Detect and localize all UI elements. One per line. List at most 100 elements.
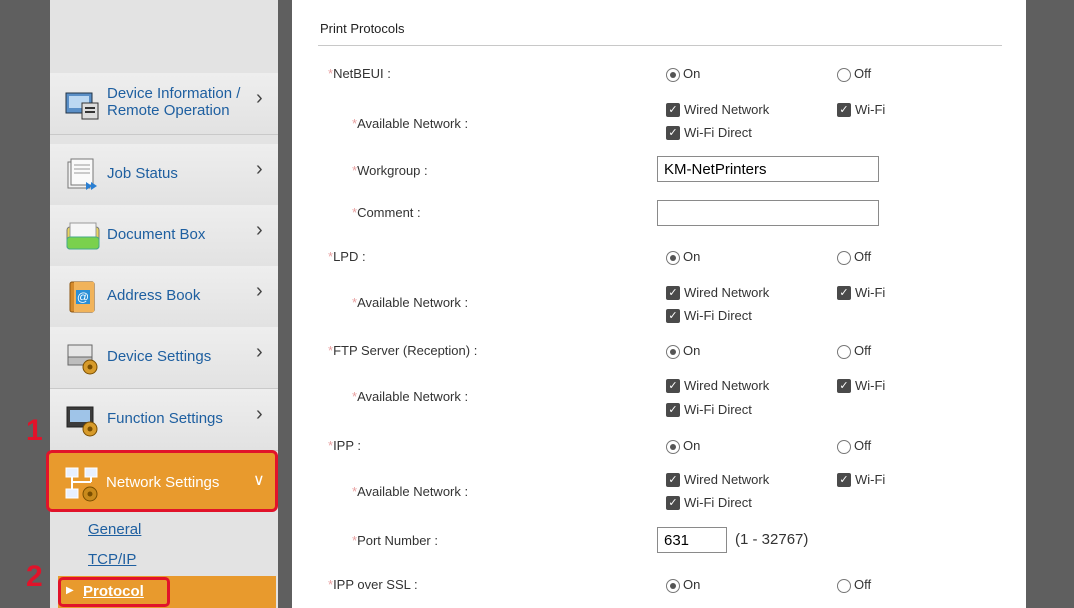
sidebar-item-network-settings[interactable]: Network Settings ∨ bbox=[46, 450, 278, 512]
ftp-on-radio[interactable] bbox=[666, 345, 680, 359]
comment-input[interactable] bbox=[657, 200, 879, 226]
sidebar-subitem-general[interactable]: General bbox=[88, 521, 141, 538]
ipp-on-radio[interactable] bbox=[666, 440, 680, 454]
sidebar-item-label: Function Settings bbox=[107, 410, 223, 427]
sidebar-subitem-protocol-label[interactable]: Protocol bbox=[83, 583, 144, 600]
port-number-label: *Port Number : bbox=[352, 533, 438, 548]
function-settings-icon bbox=[66, 406, 98, 437]
netbeui-off-label: Off bbox=[854, 66, 872, 81]
sidebar-item-device-settings[interactable]: Device Settings › bbox=[50, 327, 278, 389]
sidebar-gutter bbox=[278, 0, 292, 608]
network-settings-icon bbox=[65, 467, 98, 502]
document-box-icon bbox=[66, 222, 100, 250]
netbeui-label: *NetBEUI : bbox=[328, 66, 391, 81]
sidebar-item-label: Address Book bbox=[107, 287, 201, 304]
ftp-on-label: On bbox=[683, 343, 701, 358]
netbeui-wired-label: Wired Network bbox=[684, 102, 770, 117]
device-settings-icon bbox=[67, 344, 98, 375]
ftp-server-label: *FTP Server (Reception) : bbox=[328, 343, 478, 358]
ipp-over-ssl-label: *IPP over SSL : bbox=[328, 577, 418, 592]
ipp-wifi-direct-label: Wi-Fi Direct bbox=[684, 495, 752, 510]
lpd-off-radio[interactable] bbox=[837, 251, 851, 265]
ftp-off-radio[interactable] bbox=[837, 345, 851, 359]
left-margin bbox=[0, 0, 50, 608]
sidebar-item-label: Network Settings bbox=[106, 474, 220, 491]
ipp-off-radio[interactable] bbox=[837, 440, 851, 454]
ftp-off-label: Off bbox=[854, 343, 872, 358]
sidebar-item-job-status[interactable]: Job Status › bbox=[50, 144, 278, 206]
netbeui-wifi-direct-checkbox[interactable]: ✓ bbox=[666, 126, 680, 140]
lpd-on-radio[interactable] bbox=[666, 251, 680, 265]
chevron-down-icon: ∨ bbox=[253, 472, 265, 489]
sidebar-item-label: Job Status bbox=[107, 165, 178, 182]
step-number-2: 2 bbox=[26, 560, 43, 593]
netbeui-available-network-label: *Available Network : bbox=[352, 116, 469, 131]
sidebar-item-label: Device Settings bbox=[107, 348, 212, 365]
lpd-wifi-direct-checkbox[interactable]: ✓ bbox=[666, 309, 680, 323]
ftp-available-network-label: *Available Network : bbox=[352, 389, 469, 404]
chevron-right-icon: › bbox=[256, 280, 263, 302]
ftp-wifi-direct-label: Wi-Fi Direct bbox=[684, 402, 752, 417]
netbeui-wifi-checkbox[interactable]: ✓ bbox=[837, 103, 851, 117]
page: Device Information / Remote Operation › … bbox=[0, 0, 1074, 608]
sidebar-subitem-tcpip[interactable]: TCP/IP bbox=[88, 551, 136, 568]
port-range-hint: (1 - 32767) bbox=[735, 531, 809, 548]
lpd-wifi-direct-label: Wi-Fi Direct bbox=[684, 308, 752, 323]
sidebar-item-label: Document Box bbox=[107, 226, 206, 243]
sidebar: Device Information / Remote Operation › … bbox=[46, 0, 278, 608]
workgroup-input[interactable] bbox=[657, 156, 879, 182]
arrow-right-icon: ▶ bbox=[66, 585, 74, 596]
chevron-right-icon: › bbox=[256, 87, 263, 109]
ipp-wifi-label: Wi-Fi bbox=[855, 472, 886, 487]
ipp-ssl-off-radio[interactable] bbox=[837, 579, 851, 593]
ipp-wired-label: Wired Network bbox=[684, 472, 770, 487]
chevron-right-icon: › bbox=[256, 403, 263, 425]
lpd-available-network-label: *Available Network : bbox=[352, 295, 469, 310]
step-number-1: 1 bbox=[26, 414, 43, 447]
ipp-ssl-on-radio[interactable] bbox=[666, 579, 680, 593]
workgroup-label: *Workgroup : bbox=[352, 163, 428, 178]
sidebar-item-address-book[interactable]: @ Address Book › bbox=[50, 266, 278, 328]
ipp-on-label: On bbox=[683, 438, 701, 453]
ipp-off-label: Off bbox=[854, 438, 872, 453]
right-margin bbox=[1026, 0, 1074, 608]
netbeui-wired-checkbox[interactable]: ✓ bbox=[666, 103, 680, 117]
svg-text:@: @ bbox=[77, 290, 89, 304]
section-divider bbox=[318, 45, 1002, 46]
netbeui-off-radio[interactable] bbox=[837, 68, 851, 82]
ftp-wifi-checkbox[interactable]: ✓ bbox=[837, 379, 851, 393]
lpd-wifi-label: Wi-Fi bbox=[855, 285, 886, 300]
sidebar-item-device-information[interactable]: Device Information / Remote Operation › bbox=[50, 73, 278, 135]
netbeui-on-radio[interactable] bbox=[666, 68, 680, 82]
comment-label: *Comment : bbox=[352, 205, 421, 220]
chevron-right-icon: › bbox=[256, 219, 263, 241]
ipp-ssl-on-label: On bbox=[683, 577, 701, 592]
lpd-label: *LPD : bbox=[328, 249, 366, 264]
port-number-input[interactable] bbox=[657, 527, 727, 553]
lpd-wired-checkbox[interactable]: ✓ bbox=[666, 286, 680, 300]
chevron-right-icon: › bbox=[256, 341, 263, 363]
lpd-wired-label: Wired Network bbox=[684, 285, 770, 300]
chevron-right-icon: › bbox=[256, 158, 263, 180]
netbeui-wifi-label: Wi-Fi bbox=[855, 102, 886, 117]
sidebar-item-label: Device Information / Remote Operation bbox=[107, 85, 241, 119]
sidebar-item-function-settings[interactable]: Function Settings › bbox=[50, 389, 278, 451]
section-title: Print Protocols bbox=[320, 21, 405, 36]
ftp-wifi-label: Wi-Fi bbox=[855, 378, 886, 393]
ftp-wired-checkbox[interactable]: ✓ bbox=[666, 379, 680, 393]
device-info-icon bbox=[65, 92, 99, 120]
sidebar-item-document-box[interactable]: Document Box › bbox=[50, 205, 278, 267]
ipp-wifi-checkbox[interactable]: ✓ bbox=[837, 473, 851, 487]
ftp-wifi-direct-checkbox[interactable]: ✓ bbox=[666, 403, 680, 417]
lpd-wifi-checkbox[interactable]: ✓ bbox=[837, 286, 851, 300]
ipp-available-network-label: *Available Network : bbox=[352, 484, 469, 499]
netbeui-on-label: On bbox=[683, 66, 701, 81]
ipp-wired-checkbox[interactable]: ✓ bbox=[666, 473, 680, 487]
ipp-ssl-off-label: Off bbox=[854, 577, 872, 592]
ipp-wifi-direct-checkbox[interactable]: ✓ bbox=[666, 496, 680, 510]
netbeui-wifi-direct-label: Wi-Fi Direct bbox=[684, 125, 752, 140]
lpd-off-label: Off bbox=[854, 249, 872, 264]
lpd-on-label: On bbox=[683, 249, 701, 264]
job-status-icon bbox=[67, 158, 97, 190]
main-content: Print Protocols *NetBEUI : On Off *Avail… bbox=[292, 0, 1026, 608]
